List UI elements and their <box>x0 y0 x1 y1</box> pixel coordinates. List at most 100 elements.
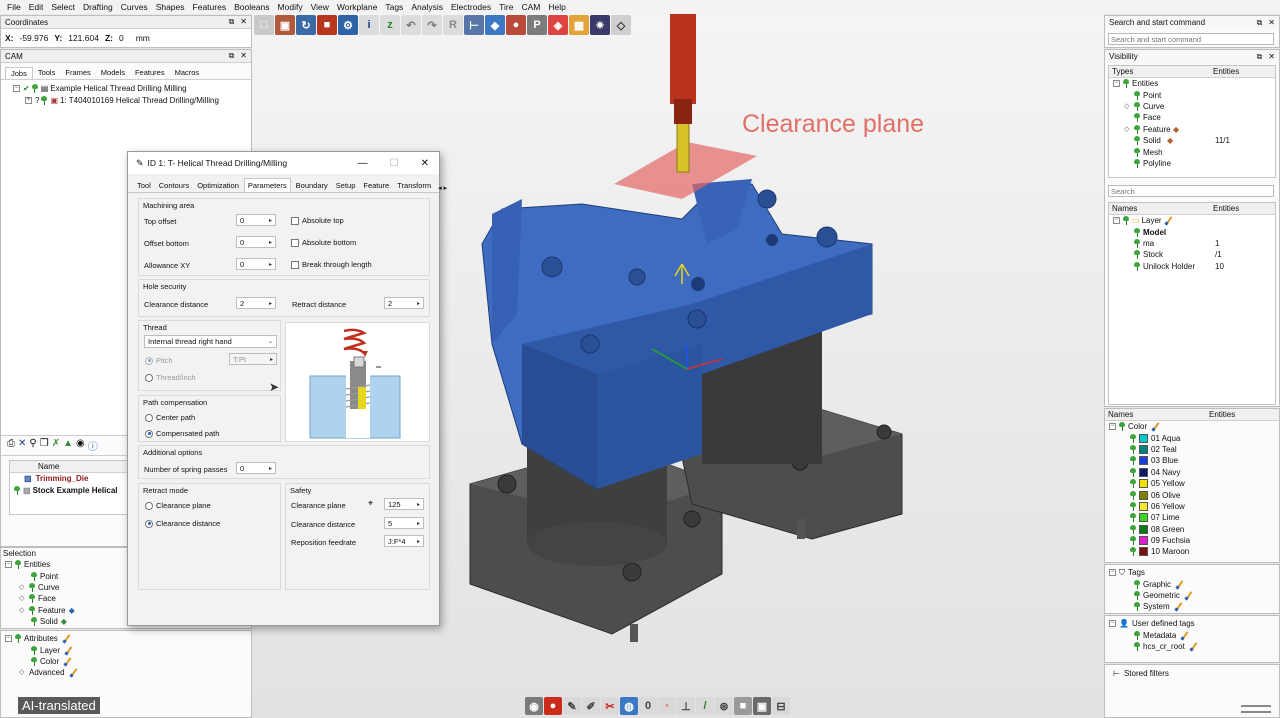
undo-icon[interactable]: ↶ <box>401 15 421 35</box>
tab-jobs[interactable]: Jobs <box>5 67 33 79</box>
delete-icon[interactable]: ✕ <box>18 438 26 453</box>
layer-row[interactable]: Model <box>1109 226 1275 237</box>
stored-filters-row[interactable]: ⊢ Stored filters <box>1105 665 1279 678</box>
tab-boundary[interactable]: Boundary <box>293 179 331 192</box>
gear-icon[interactable]: ⚙ <box>338 15 358 35</box>
menu-electrodes[interactable]: Electrodes <box>448 2 496 12</box>
operation-row[interactable]: +? ▣ 1: T404010169 Helical Thread Drilling… <box>13 94 251 105</box>
tab-transform[interactable]: Transform <box>394 179 434 192</box>
diamond-icon[interactable]: ◇ <box>611 15 631 35</box>
command-search-input[interactable] <box>1108 33 1274 45</box>
sketch-icon[interactable]: ✎ <box>563 697 581 715</box>
info-icon[interactable]: ⓘ <box>88 438 98 453</box>
cut-icon[interactable]: ✂ <box>601 697 619 715</box>
pen-icon[interactable]: ✐ <box>582 697 600 715</box>
menu-select[interactable]: Select <box>48 2 80 12</box>
section-icon[interactable]: ⊟ <box>772 697 790 715</box>
allowance-xy-field[interactable]: 0 ▸ <box>236 258 276 270</box>
color-row[interactable]: 02 Teal <box>1109 444 1279 455</box>
close-icon[interactable]: ✕ <box>1268 18 1275 28</box>
thread-type-select[interactable]: Internal thread right hand ⌄ <box>144 335 277 348</box>
color-row[interactable]: 04 Navy <box>1109 467 1279 478</box>
pitch-field[interactable]: T:Pt ▸ <box>229 353 277 365</box>
rotate-icon[interactable]: ↻ <box>296 15 316 35</box>
nc-icon[interactable]: ▲ <box>63 438 73 453</box>
type-row[interactable]: − Entities <box>1109 78 1275 89</box>
spring-passes-field[interactable]: 0 ▸ <box>236 462 276 474</box>
close-icon[interactable]: ✕ <box>421 158 429 169</box>
tool-icon[interactable]: ⚲ <box>29 438 36 453</box>
tab-macros[interactable]: Macros <box>170 67 205 79</box>
offset-bottom-field[interactable]: 0 ▸ <box>236 236 276 248</box>
tag-row[interactable]: Graphic <box>1109 578 1279 589</box>
menu-tire[interactable]: Tire <box>496 2 518 12</box>
close-icon[interactable]: ✕ <box>240 17 247 27</box>
color-row[interactable]: 07 Lime <box>1109 512 1279 523</box>
draw-icon[interactable]: / <box>696 697 714 715</box>
repeat-icon[interactable]: R <box>443 15 463 35</box>
float-icon[interactable]: ⧉ <box>229 51 235 61</box>
absolute-top-checkbox[interactable]: Absolute top <box>291 216 344 225</box>
type-row[interactable]: ◇ Feature ◆ <box>1109 124 1275 135</box>
color-row[interactable]: 06 Yellow <box>1109 501 1279 512</box>
render-icon[interactable]: ● <box>506 15 526 35</box>
type-row[interactable]: Point <box>1109 89 1275 100</box>
type-row[interactable]: Polyline <box>1109 158 1275 169</box>
reposition-feedrate-field[interactable]: J:F*4 ▸ <box>384 535 424 547</box>
table-icon[interactable]: ▦ <box>569 15 589 35</box>
menu-view[interactable]: View <box>308 2 334 12</box>
shield-icon[interactable]: ◈ <box>548 15 568 35</box>
clearance-plane-field[interactable]: 125 ▸ <box>384 498 424 510</box>
clearance-plane-radio[interactable]: Clearance plane <box>145 501 211 510</box>
menu-file[interactable]: File <box>4 2 26 12</box>
tag-row[interactable]: Geometric <box>1109 590 1279 601</box>
tab-optimization[interactable]: Optimization <box>194 179 242 192</box>
color-root[interactable]: − Color <box>1109 421 1279 432</box>
menu-tags[interactable]: Tags <box>382 2 408 12</box>
cube-icon[interactable]: ■ <box>734 697 752 715</box>
solid-icon[interactable]: ■ <box>317 15 337 35</box>
minimize-icon[interactable]: — <box>358 158 368 169</box>
user-tag-row[interactable]: hcs_cr_root <box>1109 641 1279 652</box>
view-cube-icon[interactable]: ◆ <box>485 15 505 35</box>
layer-row[interactable]: ma 1 <box>1109 238 1275 249</box>
menu-analysis[interactable]: Analysis <box>408 2 448 12</box>
close-icon[interactable]: ✕ <box>240 51 247 61</box>
color-row[interactable]: 08 Green <box>1109 524 1279 535</box>
stop-icon[interactable]: ● <box>544 697 562 715</box>
menu-help[interactable]: Help <box>545 2 570 12</box>
tab-setup[interactable]: Setup <box>333 179 359 192</box>
job-row[interactable]: − ✔ ▤ Example Helical Thread Drilling Milli… <box>13 83 251 94</box>
globe-icon[interactable]: ◍ <box>620 697 638 715</box>
break-through-checkbox[interactable]: Break through length <box>291 260 372 269</box>
center-path-radio[interactable]: Center path <box>145 413 195 422</box>
new-icon[interactable]: □ <box>254 15 274 35</box>
attributes-node[interactable]: − Attributes <box>5 633 251 644</box>
thread-inch-radio[interactable]: Thread/inch <box>145 373 196 382</box>
top-offset-field[interactable]: 0 ▸ <box>236 214 276 226</box>
color-row[interactable]: 03 Blue <box>1109 455 1279 466</box>
menu-workplane[interactable]: Workplane <box>334 2 382 12</box>
script-icon[interactable]: z <box>380 15 400 35</box>
attr-color[interactable]: Color <box>5 656 251 667</box>
menu-modify[interactable]: Modify <box>275 2 308 12</box>
type-row[interactable]: Mesh <box>1109 146 1275 157</box>
type-row[interactable]: ◇ Curve <box>1109 101 1275 112</box>
spark-icon[interactable]: ✷ <box>590 15 610 35</box>
user-tags-root[interactable]: − 👤 User defined tags <box>1109 618 1279 629</box>
tab-features[interactable]: Features <box>130 67 170 79</box>
compensated-path-radio[interactable]: Compensated path <box>145 429 219 438</box>
redo-icon[interactable]: ↷ <box>422 15 442 35</box>
absolute-bottom-checkbox[interactable]: Absolute bottom <box>291 238 356 247</box>
safety-clearance-distance-field[interactable]: 5 ▸ <box>384 517 424 529</box>
measure-icon[interactable]: ⊢ <box>464 15 484 35</box>
menu-curves[interactable]: Curves <box>118 2 153 12</box>
info-icon[interactable]: i <box>359 15 379 35</box>
ellipse-icon[interactable]: 0 <box>639 697 657 715</box>
shade-icon[interactable]: ◉ <box>525 697 543 715</box>
maximize-icon[interactable]: ☐ <box>390 158 399 169</box>
color-row[interactable]: 06 Olive <box>1109 489 1279 500</box>
menu-edit[interactable]: Edit <box>26 2 49 12</box>
box-icon[interactable]: ▣ <box>753 697 771 715</box>
print-icon[interactable]: ⎙ <box>7 438 15 453</box>
